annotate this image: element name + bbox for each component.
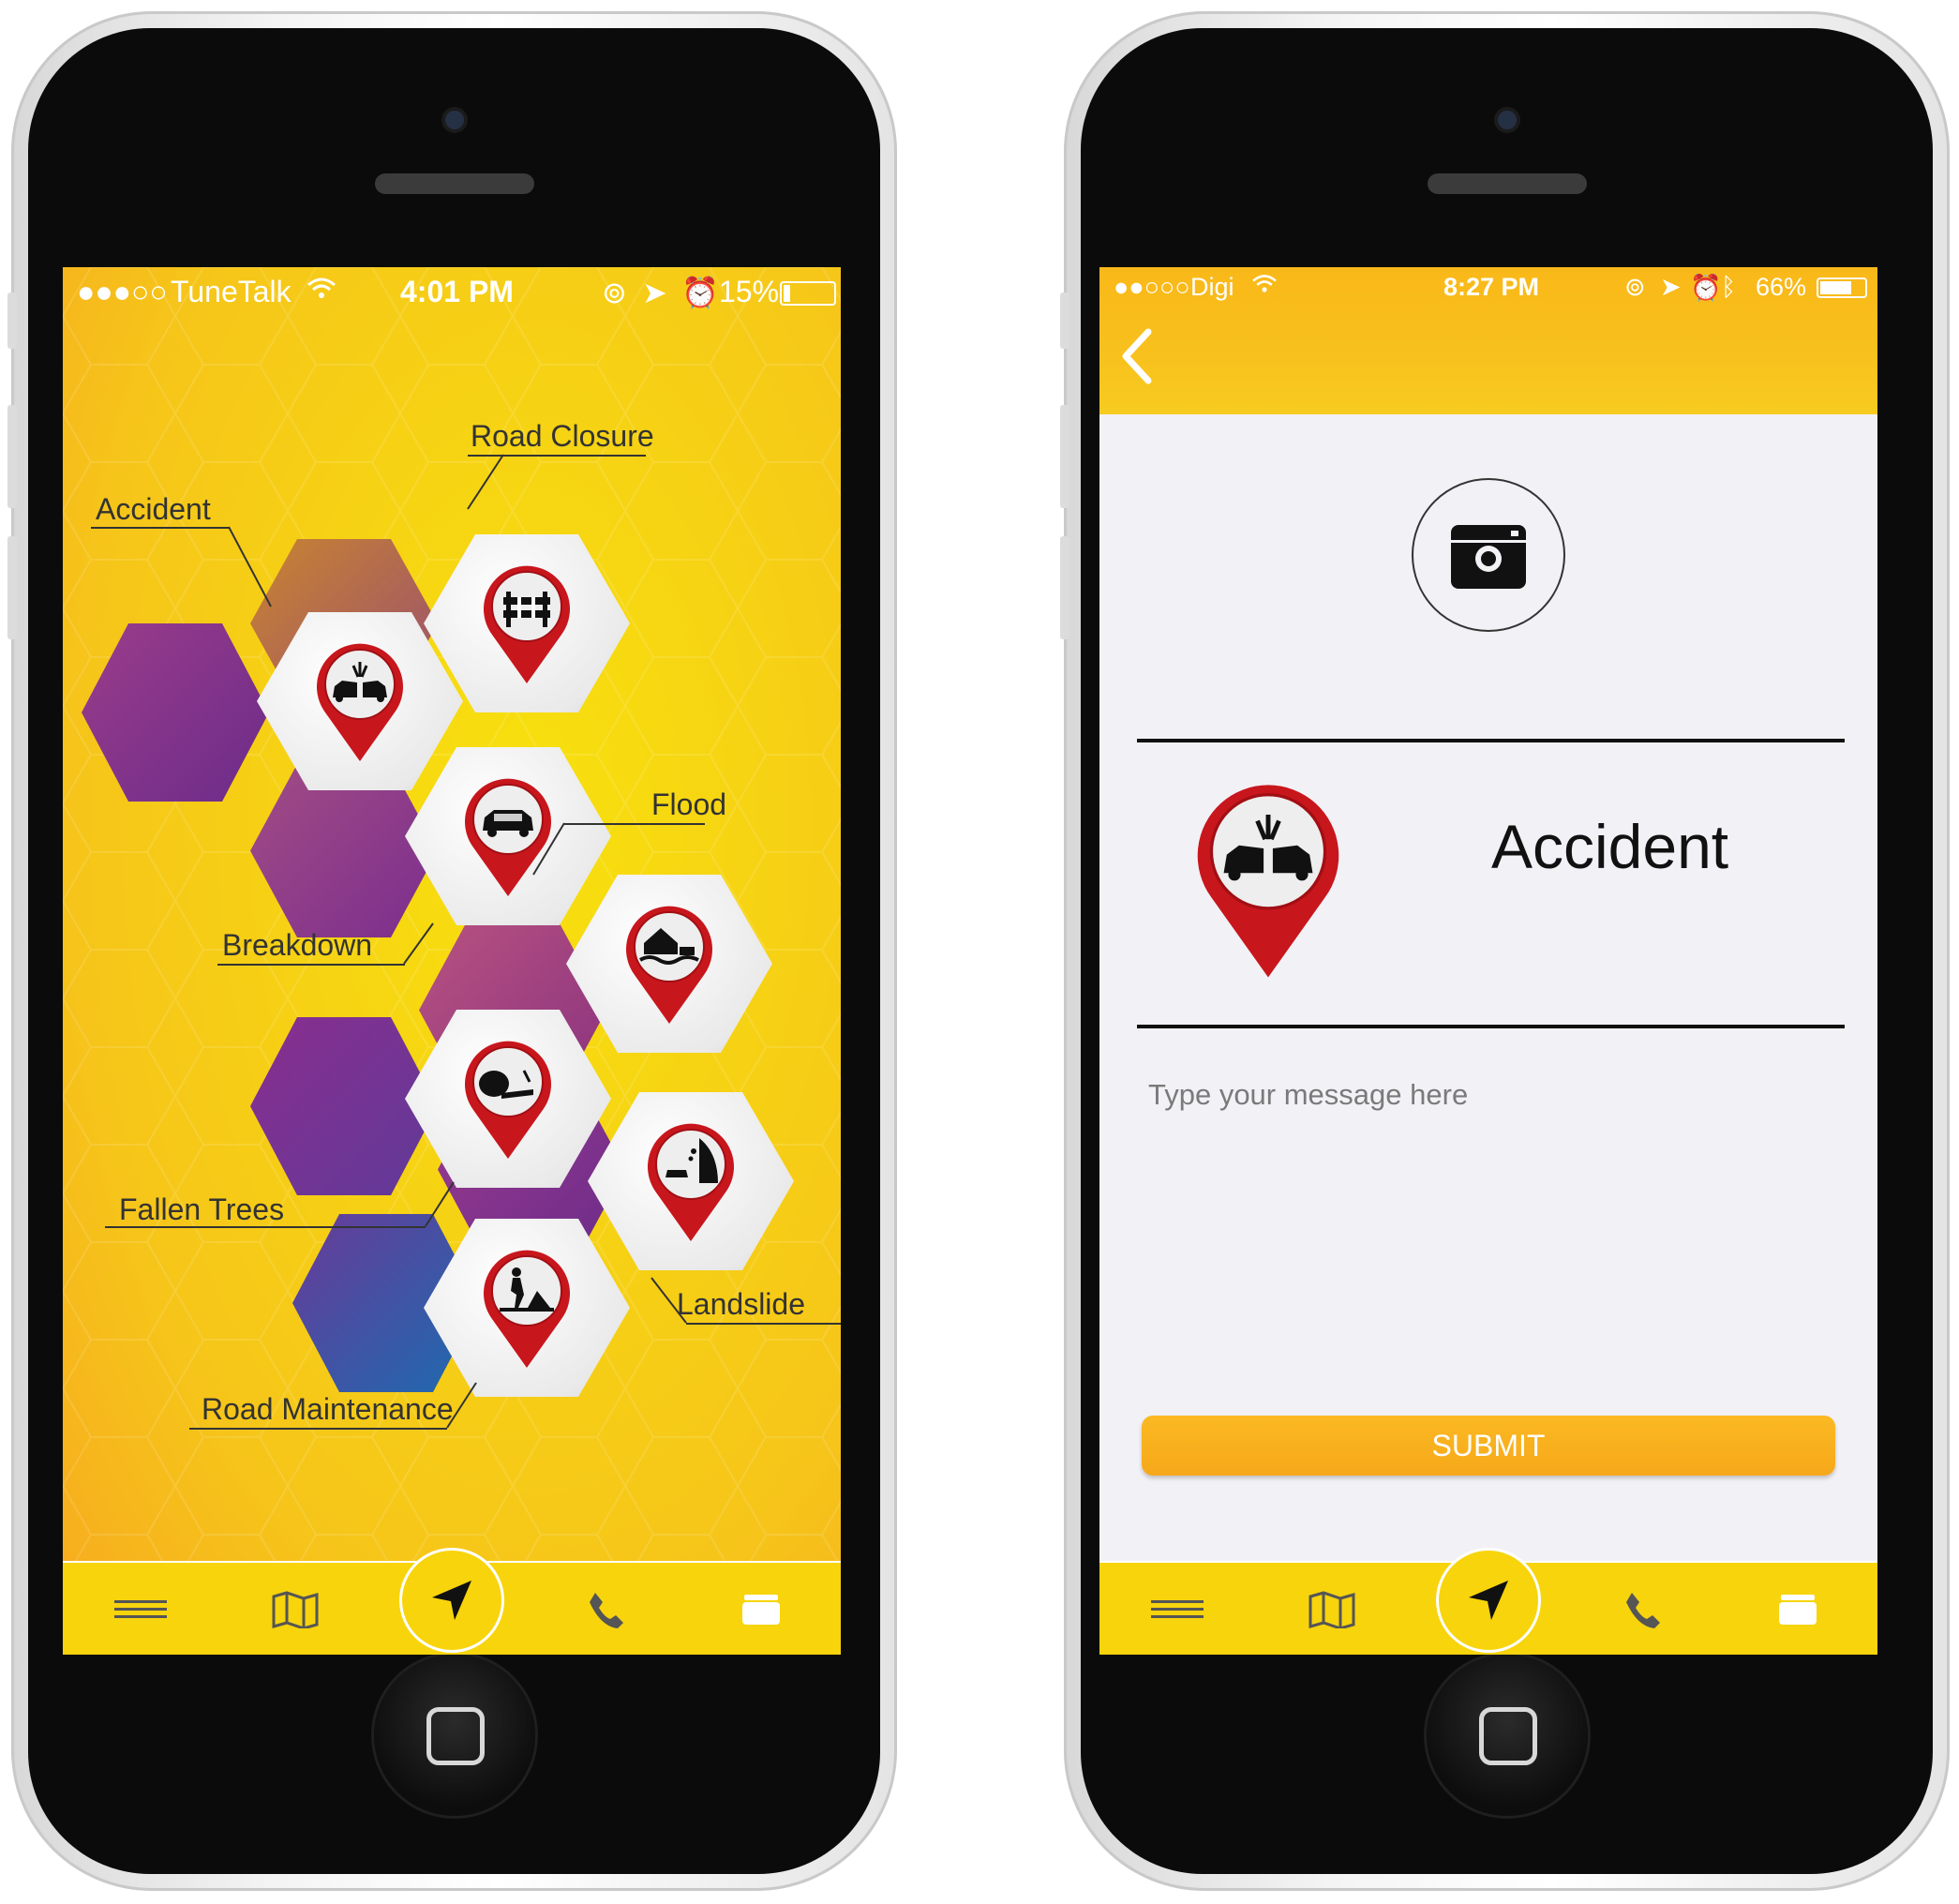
navigate-button[interactable] — [1436, 1548, 1541, 1653]
earpiece-speaker — [374, 173, 534, 194]
front-camera — [1497, 111, 1517, 129]
menu-icon — [114, 1600, 167, 1618]
location-icon: ➤ — [1660, 273, 1682, 301]
wallet-icon — [742, 1595, 780, 1625]
leader-line — [217, 964, 405, 966]
map-tab[interactable] — [1299, 1582, 1365, 1638]
report-screen: ●●○○○ Digi 8:27 PM ⊚ ➤ ⏰ ᛒ 66% Accident … — [1099, 267, 1877, 1655]
mute-switch — [1060, 292, 1069, 349]
phone-tab[interactable] — [1610, 1582, 1676, 1638]
volume-down-button — [7, 536, 17, 639]
bottom-tab-bar — [63, 1548, 841, 1655]
leader-line — [105, 1226, 426, 1228]
phone-mockup-right: ●●○○○ Digi 8:27 PM ⊚ ➤ ⏰ ᛒ 66% Accident … — [1060, 11, 1950, 1891]
status-time: 8:27 PM — [1443, 273, 1540, 301]
phone-mockup-left: ●●●○○ TuneTalk 4:01 PM ⊚ ➤ ⏰ 15% Road Cl… — [7, 11, 897, 1891]
leader-line — [189, 1428, 447, 1430]
bluetooth-icon: ᛒ — [1721, 273, 1737, 301]
leader-line — [686, 1323, 841, 1325]
map-icon — [272, 1591, 319, 1628]
leader-lines — [228, 454, 687, 1429]
home-button[interactable] — [1426, 1655, 1588, 1816]
wifi-icon — [1251, 273, 1278, 302]
menu-tab[interactable] — [108, 1582, 173, 1638]
status-bar: ●●○○○ Digi 8:27 PM ⊚ ➤ ⏰ ᛒ 66% — [1099, 267, 1877, 314]
map-icon — [1308, 1591, 1355, 1628]
signal-dots-icon: ●●○○○ — [1114, 273, 1190, 301]
home-square-icon — [1478, 1707, 1537, 1765]
navigation-arrow-icon — [432, 1581, 471, 1620]
home-button[interactable] — [373, 1655, 535, 1816]
battery-percent: 66% — [1756, 273, 1807, 301]
map-tab[interactable] — [262, 1582, 328, 1638]
home-square-icon — [426, 1707, 485, 1765]
volume-up-button — [1060, 405, 1069, 508]
carrier-name: Digi — [1190, 273, 1234, 301]
message-input[interactable]: Type your message here — [1148, 1078, 1468, 1112]
category-screen: ●●●○○ TuneTalk 4:01 PM ⊚ ➤ ⏰ 15% Road Cl… — [63, 267, 841, 1655]
wallet-tab[interactable] — [728, 1582, 794, 1638]
leader-line — [91, 527, 230, 529]
header-bar: ●●○○○ Digi 8:27 PM ⊚ ➤ ⏰ ᛒ 66% — [1099, 267, 1877, 414]
rotation-lock-icon: ⊚ — [1624, 273, 1646, 301]
wallet-tab[interactable] — [1765, 1582, 1831, 1638]
battery-icon — [1817, 277, 1867, 298]
back-chevron-icon[interactable] — [1118, 328, 1156, 384]
divider — [1137, 1025, 1845, 1028]
menu-tab[interactable] — [1144, 1582, 1210, 1638]
bottom-tab-bar — [1099, 1548, 1877, 1655]
label-fallen-trees: Fallen Trees — [119, 1192, 285, 1226]
label-road-maintenance: Road Maintenance — [202, 1392, 454, 1426]
front-camera — [444, 111, 464, 129]
navigate-button[interactable] — [399, 1548, 504, 1653]
label-landslide: Landslide — [677, 1287, 805, 1321]
phone-tab[interactable] — [574, 1582, 639, 1638]
phone-icon — [590, 1593, 623, 1628]
earpiece-speaker — [1427, 173, 1587, 194]
volume-up-button — [7, 405, 17, 508]
volume-down-button — [1060, 536, 1069, 639]
menu-icon — [1151, 1600, 1204, 1618]
label-breakdown: Breakdown — [222, 928, 373, 962]
accident-pin-icon — [1197, 785, 1339, 978]
navigation-arrow-icon — [1469, 1581, 1508, 1620]
phone-icon — [1626, 1593, 1660, 1628]
label-accident: Accident — [96, 492, 211, 526]
label-flood: Flood — [651, 787, 727, 821]
wallet-icon — [1779, 1595, 1817, 1625]
add-photo-button[interactable] — [1412, 478, 1565, 632]
mute-switch — [7, 292, 17, 349]
divider — [1137, 739, 1845, 742]
submit-button[interactable]: SUBMIT — [1142, 1416, 1835, 1476]
alarm-icon: ⏰ — [1690, 274, 1722, 302]
leader-line — [564, 823, 705, 825]
selected-category-title: Accident — [1491, 812, 1729, 881]
camera-icon — [1451, 525, 1526, 589]
